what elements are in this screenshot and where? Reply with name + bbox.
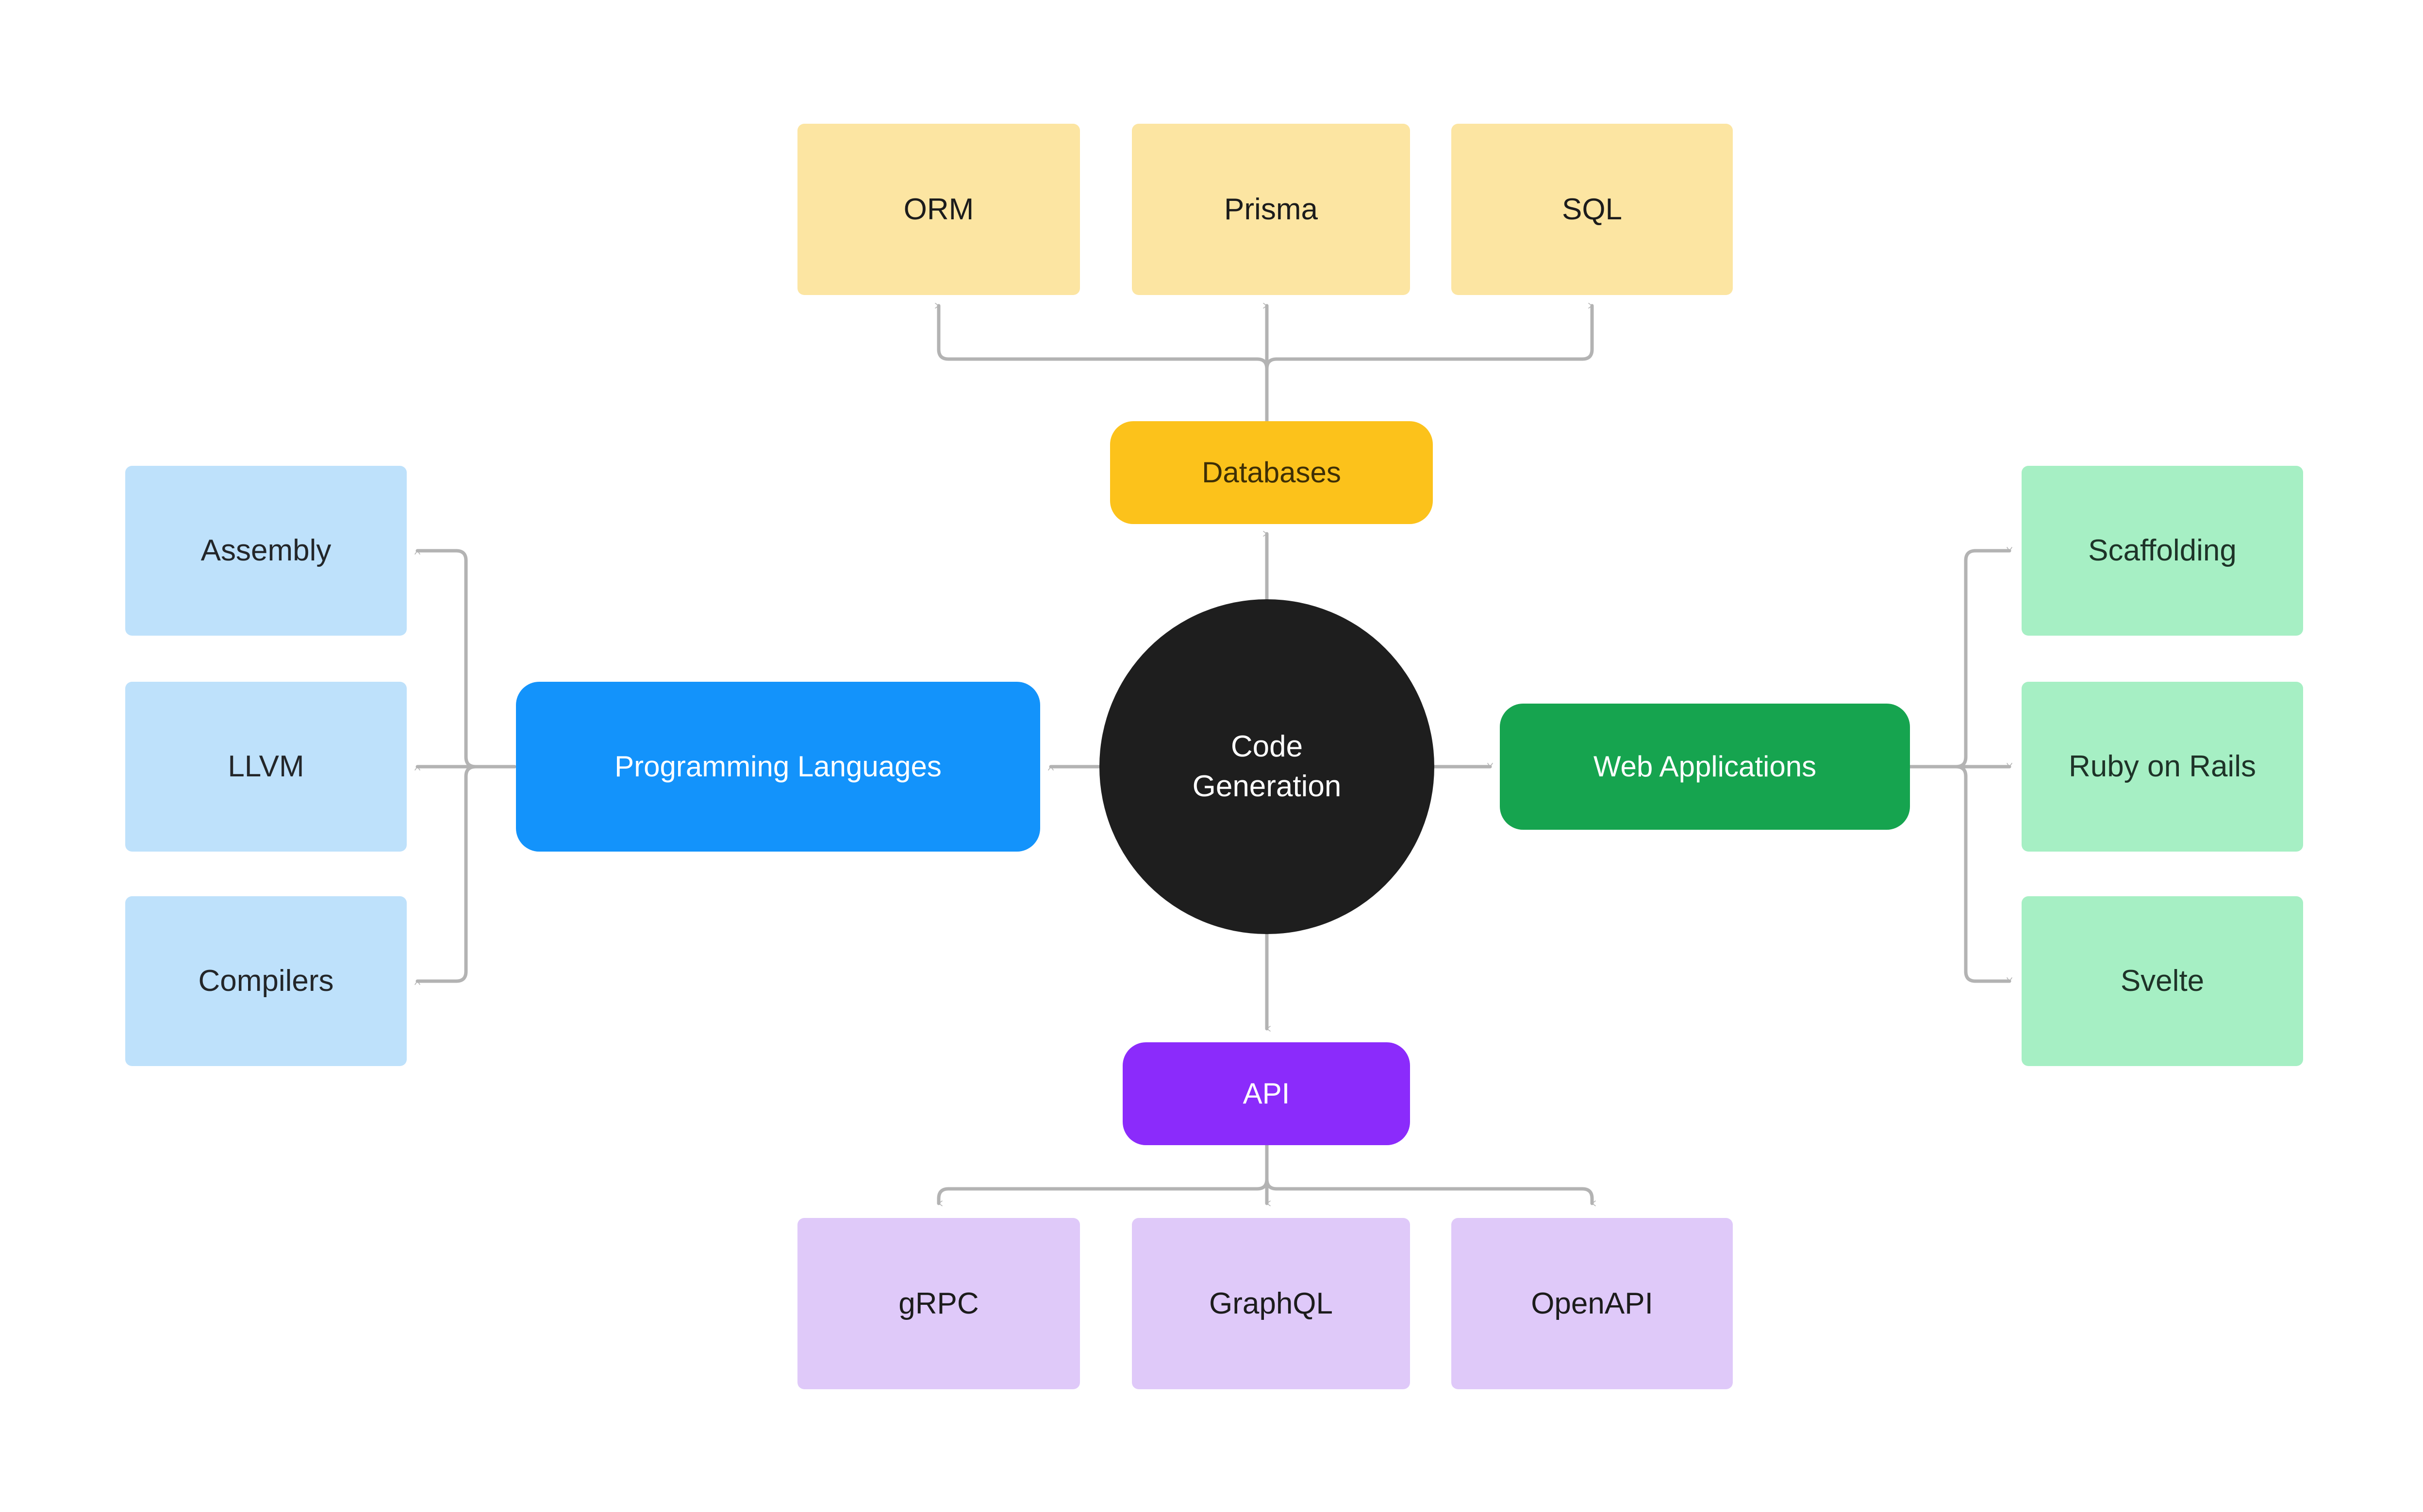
node-databases[interactable]: Databases	[1110, 421, 1433, 524]
node-compilers-label: Compilers	[198, 964, 334, 998]
node-graphql[interactable]: GraphQL	[1132, 1218, 1410, 1389]
node-assembly[interactable]: Assembly	[125, 466, 407, 636]
node-orm-label: ORM	[903, 192, 974, 226]
edge-databases-orm	[935, 303, 1269, 423]
node-sql[interactable]: SQL	[1451, 124, 1733, 295]
edge-web-applications-svelte	[1908, 765, 2012, 983]
node-llvm-label: LLVM	[228, 750, 304, 784]
node-web-applications[interactable]: Web Applications	[1500, 704, 1910, 830]
node-llvm[interactable]: LLVM	[125, 682, 407, 852]
node-grpc-label: gRPC	[898, 1286, 979, 1320]
node-svelte[interactable]: Svelte	[2022, 896, 2303, 1066]
node-api-label: API	[1243, 1077, 1290, 1110]
node-openapi[interactable]: OpenAPI	[1451, 1218, 1733, 1389]
node-scaffolding-label: Scaffolding	[2088, 534, 2237, 568]
edge-api-openapi	[1265, 1143, 1596, 1206]
node-ruby-on-rails[interactable]: Ruby on Rails	[2022, 682, 2303, 852]
node-databases-label: Databases	[1202, 456, 1341, 489]
node-sql-label: SQL	[1561, 192, 1623, 226]
root-label-line2: Generation	[1192, 770, 1342, 803]
node-compilers[interactable]: Compilers	[125, 896, 407, 1066]
node-ruby-on-rails-label: Ruby on Rails	[2069, 750, 2256, 784]
edge-api-grpc	[937, 1143, 1269, 1206]
node-grpc[interactable]: gRPC	[797, 1218, 1080, 1389]
node-code-generation-root[interactable]: Code Generation	[1099, 599, 1434, 934]
node-prisma-label: Prisma	[1224, 192, 1318, 226]
node-assembly-label: Assembly	[200, 534, 332, 568]
node-programming-languages[interactable]: Programming Languages	[516, 682, 1040, 852]
edge-databases-sql	[1265, 303, 1594, 423]
node-programming-languages-label: Programming Languages	[614, 750, 942, 783]
node-openapi-label: OpenAPI	[1531, 1286, 1653, 1320]
node-graphql-label: GraphQL	[1209, 1286, 1333, 1320]
node-web-applications-label: Web Applications	[1593, 750, 1817, 783]
node-scaffolding[interactable]: Scaffolding	[2022, 466, 2303, 636]
root-label-line1: Code	[1230, 730, 1303, 764]
node-orm[interactable]: ORM	[797, 124, 1080, 295]
node-svelte-label: Svelte	[2120, 964, 2205, 998]
node-api[interactable]: API	[1123, 1042, 1410, 1145]
edge-programming-languages-assembly	[415, 549, 516, 769]
node-prisma[interactable]: Prisma	[1132, 124, 1410, 295]
edge-web-applications-scaffolding	[1908, 547, 2012, 769]
edge-programming-languages-compilers	[415, 765, 516, 985]
mindmap-canvas: ORM Prisma SQL Databases Assembly LLVM C…	[0, 0, 2423, 1512]
